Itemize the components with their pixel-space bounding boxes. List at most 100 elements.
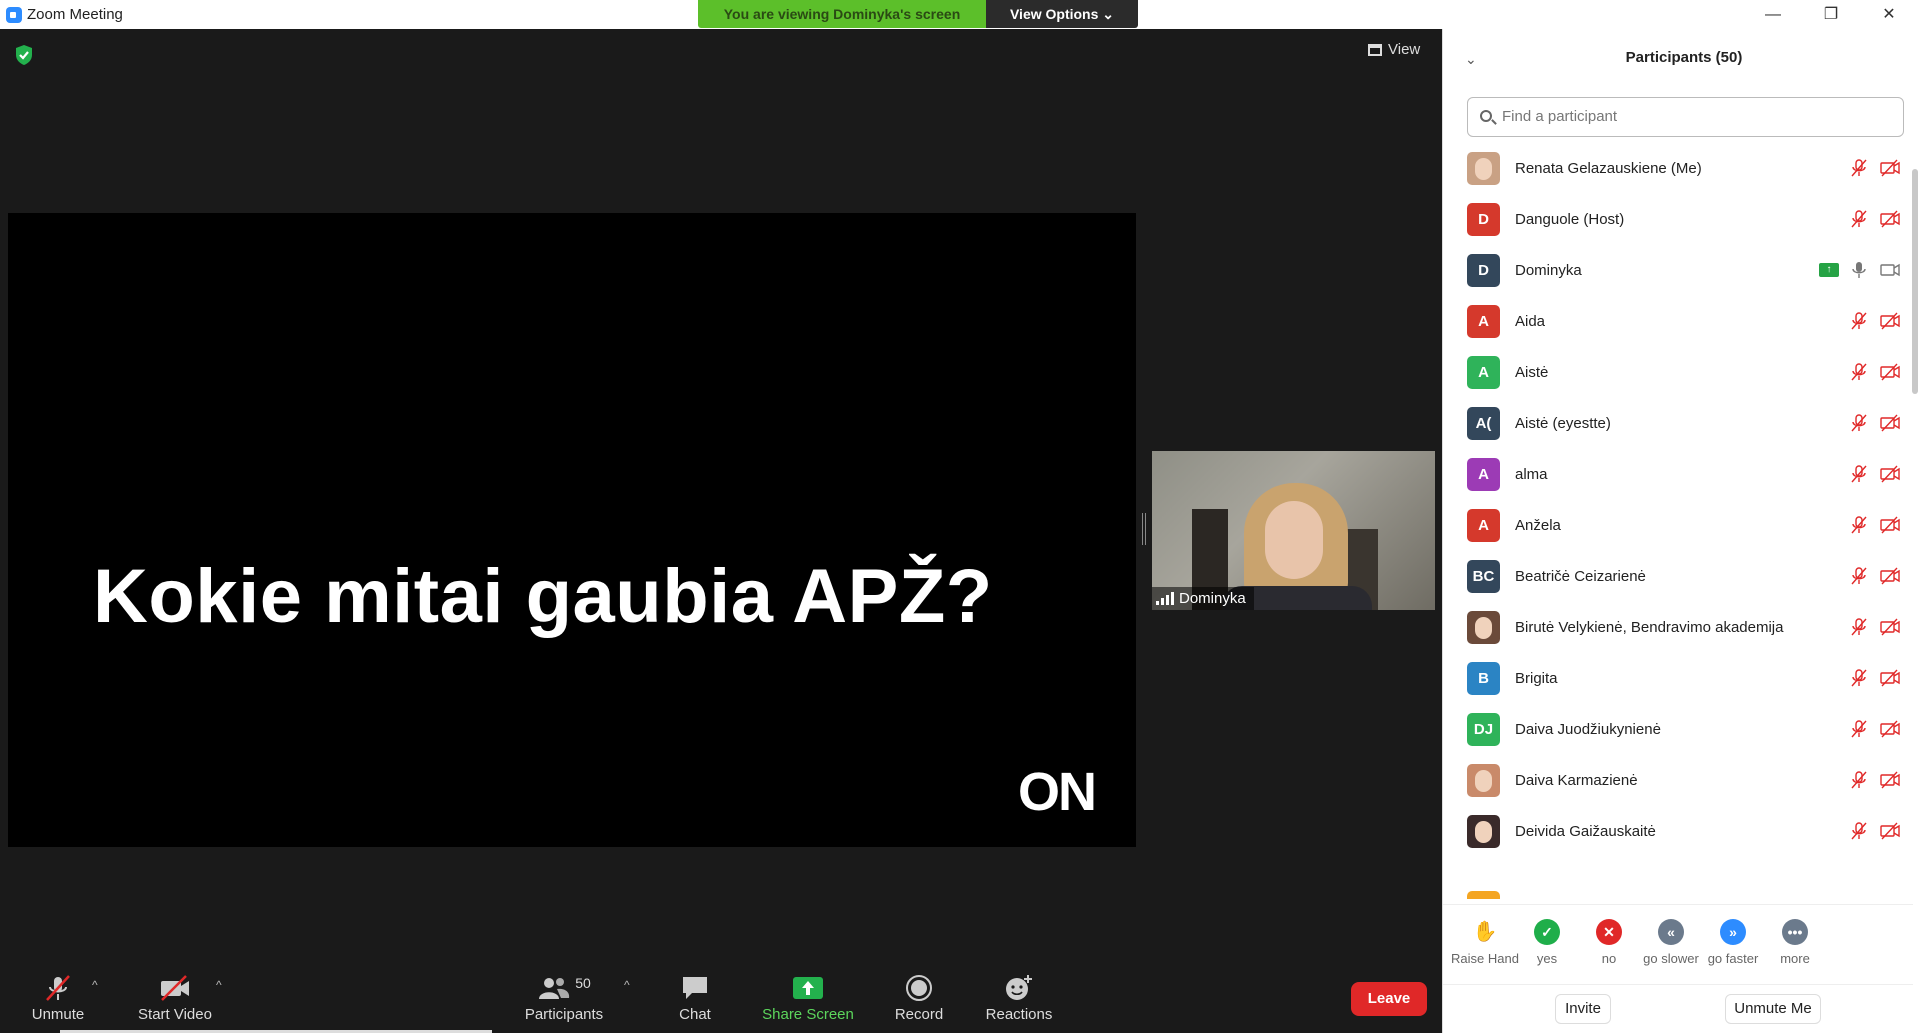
- participants-icon-row: 50: [520, 972, 608, 1004]
- participant-row[interactable]: Aalma: [1443, 450, 1913, 501]
- find-participant-placeholder: Find a participant: [1502, 108, 1618, 125]
- more-button[interactable]: ••• more: [1757, 919, 1833, 966]
- audio-options-caret[interactable]: ^: [92, 978, 98, 992]
- participant-status-icons: [1849, 617, 1900, 637]
- reactions-icon: [984, 972, 1054, 1004]
- participants-label: Participants: [524, 1006, 604, 1023]
- meeting-toolbar: Unmute ^ Start Video ^ 50 Participants ^…: [0, 952, 1442, 1033]
- share-screen-button[interactable]: Share Screen: [760, 972, 856, 1023]
- start-video-label: Start Video: [138, 1006, 212, 1023]
- chat-button[interactable]: Chat: [670, 972, 720, 1023]
- more-label: more: [1780, 951, 1810, 966]
- participant-status-icons: [1849, 821, 1900, 841]
- record-icon: [888, 972, 950, 1004]
- participant-list[interactable]: Renata Gelazauskiene (Me) D Danguole (Host…: [1443, 144, 1913, 898]
- participant-initials-avatar: A: [1467, 305, 1500, 338]
- yes-icon: ✓: [1534, 919, 1560, 945]
- participant-row[interactable]: Renata Gelazauskiene (Me): [1443, 144, 1913, 195]
- muted-mic-icon: [1849, 311, 1869, 331]
- chat-icon: [670, 972, 720, 1004]
- close-button[interactable]: ✕: [1866, 2, 1912, 28]
- minimize-button[interactable]: —: [1750, 2, 1796, 28]
- participant-row[interactable]: A Aistė: [1443, 348, 1913, 399]
- participant-photo-avatar: [1467, 764, 1500, 797]
- security-shield-icon[interactable]: [14, 44, 34, 66]
- participant-name: Aida: [1515, 313, 1546, 330]
- video-options-caret[interactable]: ^: [216, 978, 222, 992]
- participant-row[interactable]: A(Aistė (eyestte): [1443, 399, 1913, 450]
- muted-mic-icon: [1849, 515, 1869, 535]
- on-logo: ON: [1018, 762, 1097, 822]
- participant-initials-avatar: D: [1467, 203, 1500, 236]
- signal-strength-icon: [1156, 592, 1174, 605]
- invite-button[interactable]: Invite: [1555, 994, 1611, 1024]
- participant-row[interactable]: DJ Daiva Juodžiukynienė: [1443, 705, 1913, 756]
- participant-status-icons: [1849, 770, 1900, 790]
- video-off-icon: [1879, 209, 1900, 229]
- video-off-icon: [1879, 413, 1900, 433]
- grid-icon: [1368, 43, 1382, 56]
- participant-initials-avatar: A: [1467, 458, 1500, 491]
- resize-handle[interactable]: [1142, 513, 1146, 545]
- participant-row[interactable]: Deivida Gaižauskaitė: [1443, 807, 1913, 858]
- person-face: [1265, 501, 1323, 579]
- people-icon: [539, 978, 570, 999]
- video-thumbnail[interactable]: Dominyka: [1152, 451, 1435, 610]
- participant-row[interactable]: BC Beatričė Ceizarienė: [1443, 552, 1913, 603]
- participant-status-icons: [1849, 515, 1900, 535]
- participant-row[interactable]: A Aida: [1443, 297, 1913, 348]
- meeting-area: View Kokie mitai gaubia APŽ? ON Dominyka: [0, 29, 1442, 1033]
- participant-row[interactable]: D Danguole (Host): [1443, 195, 1913, 246]
- restore-button[interactable]: ❐: [1808, 2, 1854, 28]
- reactions-button[interactable]: Reactions: [984, 972, 1054, 1023]
- muted-mic-icon: [1849, 464, 1869, 484]
- muted-mic-icon: [1849, 566, 1869, 586]
- record-label: Record: [894, 1006, 944, 1023]
- muted-mic-icon: [1849, 770, 1869, 790]
- go-slower-icon: «: [1658, 919, 1684, 945]
- mic-icon: [1849, 260, 1869, 280]
- participant-row[interactable]: A Anžela: [1443, 501, 1913, 552]
- slide-title: Kokie mitai gaubia APŽ?: [93, 554, 993, 639]
- camera-icon: [1879, 260, 1900, 280]
- unmute-me-button[interactable]: Unmute Me: [1725, 994, 1821, 1024]
- participant-name: Anžela: [1515, 517, 1561, 534]
- participant-row[interactable]: Daiva Karmazienė: [1443, 756, 1913, 807]
- participant-row[interactable]: Birutė Velykienė, Bendravimo akademija: [1443, 603, 1913, 654]
- muted-mic-icon: [1849, 668, 1869, 688]
- participants-button[interactable]: 50 Participants: [520, 972, 608, 1023]
- video-off-icon: [1879, 158, 1900, 178]
- participant-photo-avatar: [1467, 152, 1500, 185]
- participant-row[interactable]: D Dominyka ↑: [1443, 246, 1913, 297]
- muted-mic-icon: [1849, 821, 1869, 841]
- chat-label: Chat: [679, 1006, 711, 1023]
- unmute-button[interactable]: Unmute: [26, 972, 90, 1023]
- video-off-icon: [1879, 464, 1900, 484]
- participant-initials-avatar: B: [1467, 662, 1500, 695]
- video-off-icon: [1879, 566, 1900, 586]
- participant-list-scrollbar[interactable]: [1912, 169, 1918, 394]
- video-off-icon: [1879, 515, 1900, 535]
- shared-screen: Kokie mitai gaubia APŽ? ON: [8, 213, 1136, 847]
- participants-count: 50: [575, 975, 591, 991]
- participant-status-icons: [1849, 719, 1900, 739]
- participant-name: Danguole (Host): [1515, 211, 1625, 228]
- screen-share-banner: You are viewing Dominyka's screen View O…: [698, 0, 1138, 28]
- find-participant-input[interactable]: Find a participant: [1467, 97, 1904, 137]
- start-video-button[interactable]: Start Video: [130, 972, 220, 1023]
- participant-name: alma: [1515, 466, 1548, 483]
- view-options-button[interactable]: View Options ⌄: [986, 0, 1138, 28]
- participant-status-icons: [1849, 413, 1900, 433]
- view-label: View: [1388, 41, 1421, 58]
- participants-options-caret[interactable]: ^: [624, 978, 630, 992]
- view-layout-button[interactable]: View: [1368, 41, 1420, 58]
- leave-button[interactable]: Leave: [1351, 982, 1427, 1016]
- raise-hand-icon: ✋: [1472, 921, 1498, 943]
- participant-name: Deivida Gaižauskaitė: [1515, 823, 1656, 840]
- participant-status-icons: [1849, 668, 1900, 688]
- video-name-label: Dominyka: [1152, 587, 1254, 610]
- participant-row[interactable]: B Brigita: [1443, 654, 1913, 705]
- video-off-icon: [1879, 668, 1900, 688]
- record-button[interactable]: Record: [888, 972, 950, 1023]
- muted-mic-icon: [1849, 158, 1869, 178]
